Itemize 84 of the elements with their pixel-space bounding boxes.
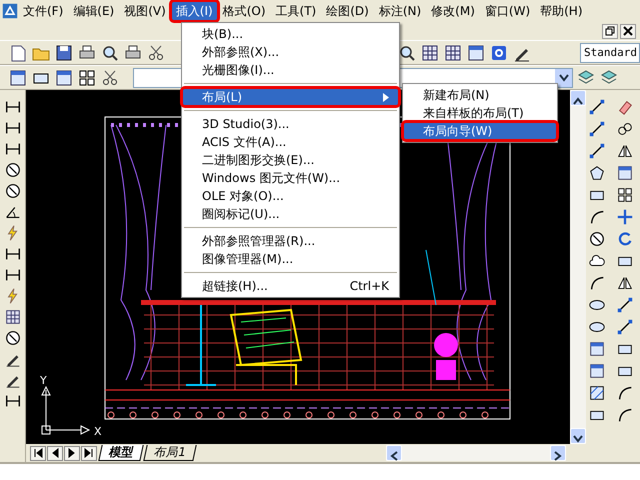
last-arrow-icon — [84, 448, 94, 458]
first-arrow-icon — [33, 448, 43, 458]
arc-icon[interactable] — [616, 384, 634, 402]
menu-item[interactable]: 块(B)... — [182, 25, 399, 43]
last-tab-button[interactable] — [81, 446, 97, 460]
ucs-axis-icon — [41, 386, 90, 435]
window-icon[interactable] — [466, 42, 486, 62]
menu-item[interactable]: 新建布局(N) — [403, 86, 557, 104]
dropdown-button[interactable] — [555, 68, 572, 86]
circle-icon[interactable] — [4, 329, 22, 347]
layout-tab[interactable]: 模型 — [98, 445, 144, 461]
save-icon[interactable] — [54, 42, 74, 62]
menu-item[interactable]: 编辑(E) — [68, 1, 120, 21]
circle-icon[interactable] — [4, 182, 22, 200]
menu-item[interactable]: 标注(N) — [374, 1, 426, 21]
menu-item[interactable]: 工具(T) — [270, 1, 322, 21]
first-tab-button[interactable] — [30, 446, 46, 460]
layout-tab[interactable]: 布局1 — [143, 445, 196, 461]
grid-icon[interactable] — [420, 42, 440, 62]
window-icon[interactable] — [8, 68, 28, 88]
menu-item[interactable]: OLE 对象(O)... — [182, 187, 399, 205]
menu-item[interactable]: 格式(O) — [218, 1, 271, 21]
menu-item[interactable]: 外部参照(X)... — [182, 43, 399, 61]
text-style-field[interactable]: Standard — [580, 42, 640, 62]
right-arrow-icon — [67, 448, 77, 458]
arc-icon[interactable] — [588, 208, 606, 226]
menu-item[interactable]: 来自样板的布局(T) — [403, 104, 557, 122]
circle-icon[interactable] — [4, 161, 22, 179]
menu-item[interactable]: 外部参照管理器(R)... — [182, 232, 399, 250]
menu-item[interactable]: 布局(L) — [182, 88, 399, 106]
menu-item[interactable]: 帮助(H) — [535, 1, 588, 21]
next-tab-button[interactable] — [64, 446, 80, 460]
menu-item[interactable]: 修改(M) — [426, 1, 480, 21]
menu-item[interactable]: 圈阅标记(U)... — [182, 205, 399, 223]
hatch-icon[interactable] — [588, 384, 606, 402]
menu-item[interactable]: 窗口(W) — [480, 1, 536, 21]
menu-item[interactable]: Windows 图元文件(W)... — [182, 169, 399, 187]
menu-item[interactable]: 图像管理器(M)... — [182, 250, 399, 268]
axis-label: Y — [40, 374, 47, 387]
scroll-left-button[interactable] — [386, 445, 402, 461]
app-logo-icon — [2, 3, 18, 19]
menu-item[interactable]: 文件(F) — [18, 1, 68, 21]
window-icon[interactable] — [588, 340, 606, 358]
menu-item[interactable]: 绘图(D) — [321, 1, 374, 21]
submenu-arrow-icon — [383, 92, 389, 102]
previous-tab-button[interactable] — [47, 446, 63, 460]
arc-icon[interactable] — [616, 406, 634, 424]
window-icon[interactable] — [588, 362, 606, 380]
restore-icon — [605, 26, 615, 36]
window-icon[interactable] — [616, 164, 634, 182]
left-arrow-icon — [50, 448, 60, 458]
scroll-down-button[interactable] — [570, 428, 586, 444]
menu-item[interactable]: 布局向导(W) — [403, 122, 557, 140]
line-icon[interactable] — [616, 296, 634, 314]
array-icon[interactable] — [616, 186, 634, 204]
menu-item[interactable]: 二进制图形交换(E)... — [182, 151, 399, 169]
line-icon[interactable] — [588, 120, 606, 138]
window-icon[interactable] — [54, 68, 74, 88]
copy-icon[interactable] — [616, 120, 634, 138]
line-icon[interactable] — [588, 142, 606, 160]
menu-item[interactable]: ACIS 文件(A)... — [182, 133, 399, 151]
grid-icon[interactable] — [4, 308, 22, 326]
scroll-up-button[interactable] — [570, 90, 586, 106]
line-icon[interactable] — [588, 98, 606, 116]
array-icon[interactable] — [77, 68, 97, 88]
move-icon[interactable] — [616, 208, 634, 226]
close-icon — [623, 26, 633, 36]
close-button[interactable] — [620, 24, 636, 38]
circle-icon[interactable] — [588, 230, 606, 248]
arc-icon[interactable] — [588, 274, 606, 292]
menu-item[interactable]: 插入(I) — [170, 1, 218, 21]
restore-button[interactable] — [602, 24, 618, 38]
line-icon[interactable] — [616, 318, 634, 336]
menu-item[interactable]: 视图(V) — [119, 1, 171, 21]
rotate-icon[interactable] — [616, 230, 634, 248]
pentagon-icon[interactable] — [588, 164, 606, 182]
menu-item[interactable]: 超链接(H)... Ctrl+K — [182, 277, 399, 295]
eraser-icon[interactable] — [616, 98, 634, 116]
caret-icon — [558, 74, 568, 82]
scroll-right-button[interactable] — [550, 445, 566, 461]
grid-icon[interactable] — [443, 42, 463, 62]
axis-label: X — [94, 425, 102, 438]
menu-item[interactable]: 光栅图像(I)... — [182, 61, 399, 79]
menu-item[interactable]: 3D Studio(3)... — [182, 115, 399, 133]
